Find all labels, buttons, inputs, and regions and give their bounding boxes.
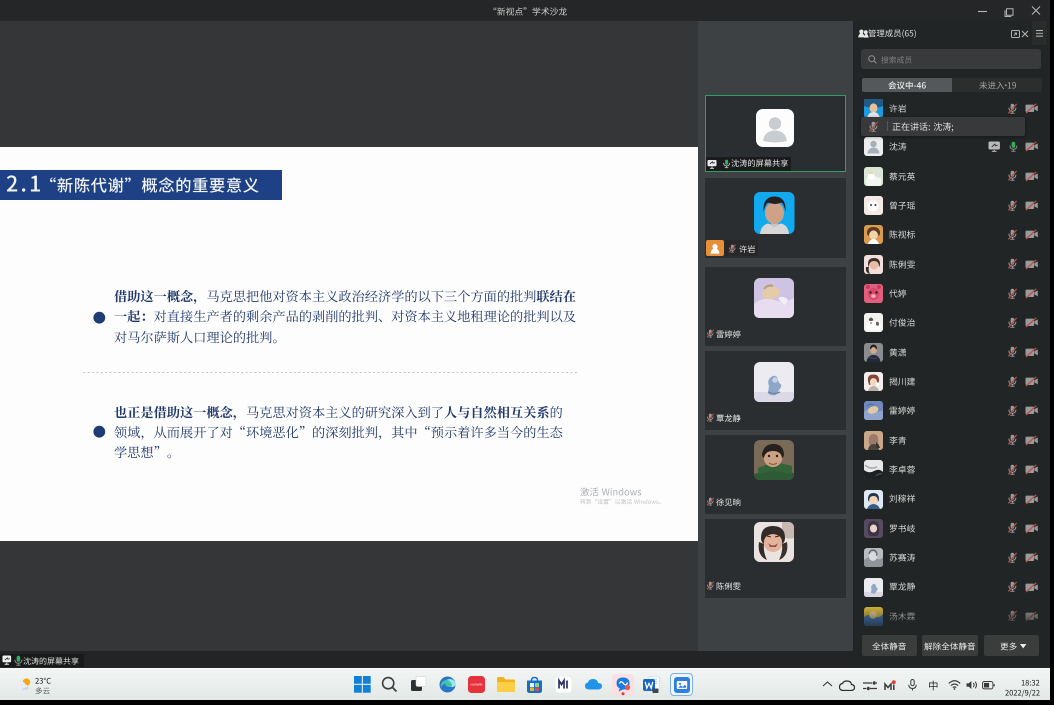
svg-text:HUAWEI: HUAWEI bbox=[471, 682, 483, 686]
